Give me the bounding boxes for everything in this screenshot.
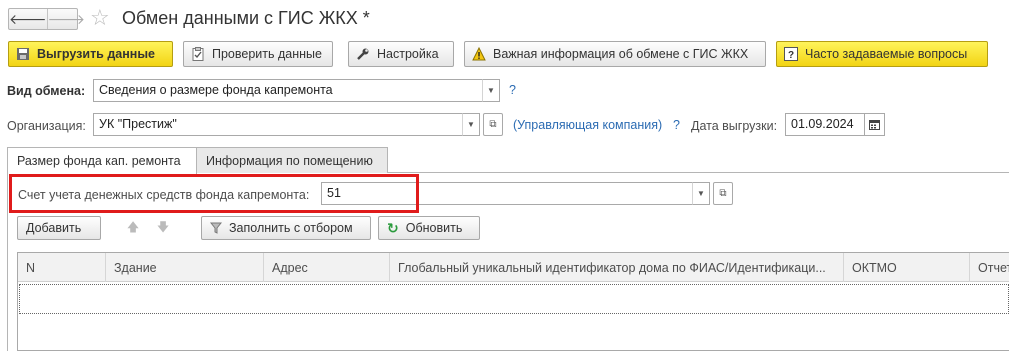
settings-button[interactable]: Настройка — [348, 41, 454, 67]
column-header-building[interactable]: Здание — [106, 253, 264, 282]
important-info-button[interactable]: Важная информация об обмене с ГИС ЖКХ — [464, 41, 766, 67]
column-header-address[interactable]: Адрес — [264, 253, 390, 282]
export-data-button[interactable]: Выгрузить данные — [8, 41, 173, 67]
exchange-type-select[interactable]: Сведения о размере фонда капремонта — [93, 79, 483, 102]
faq-label: Часто задаваемые вопросы — [805, 47, 968, 61]
fill-with-filter-button[interactable]: Заполнить с отбором — [201, 216, 371, 240]
tab-capital-repair-fund[interactable]: Размер фонда кап. ремонта — [7, 147, 197, 174]
exchange-type-label: Вид обмена: — [7, 84, 86, 98]
tab-premises-info[interactable]: Информация по помещению — [196, 147, 388, 173]
organization-label: Организация: — [7, 119, 86, 133]
important-info-label: Важная информация об обмене с ГИС ЖКХ — [493, 47, 749, 61]
svg-text:?: ? — [788, 50, 794, 61]
refresh-button[interactable]: ↻ Обновить — [378, 216, 480, 240]
chevron-down-icon[interactable]: ▼ — [692, 182, 710, 205]
check-data-label: Проверить данные — [212, 47, 322, 61]
calendar-icon[interactable] — [864, 113, 885, 136]
arrow-right-icon[interactable]: 🡒 — [46, 9, 85, 29]
question-icon: ? — [783, 46, 799, 62]
organization-help[interactable]: ? — [673, 118, 680, 132]
data-table: N Здание Адрес Глобальный уникальный иде… — [17, 252, 1009, 351]
exchange-type-help[interactable]: ? — [509, 83, 516, 97]
fill-with-filter-label: Заполнить с отбором — [229, 221, 353, 235]
move-buttons: 🡅 🡇 — [118, 216, 178, 240]
wrench-icon — [355, 46, 371, 62]
column-header-report[interactable]: Отчет — [970, 253, 1009, 282]
open-icon[interactable]: ⧉ — [483, 113, 503, 136]
star-icon[interactable]: ☆ — [90, 5, 110, 31]
export-date-label: Дата выгрузки: — [691, 119, 778, 133]
refresh-icon: ↻ — [387, 219, 399, 236]
org-role-link[interactable]: (Управляющая компания) — [513, 118, 662, 132]
export-data-label: Выгрузить данные — [37, 47, 155, 61]
arrow-left-icon[interactable]: 🡐 — [9, 9, 47, 29]
chevron-down-icon[interactable]: ▼ — [482, 79, 500, 102]
export-date-field[interactable]: 01.09.2024 — [785, 113, 865, 136]
warning-icon — [471, 46, 487, 62]
clipboard-check-icon — [190, 46, 206, 62]
refresh-label: Обновить — [405, 221, 463, 235]
faq-button[interactable]: ? Часто задаваемые вопросы — [776, 41, 988, 67]
table-row[interactable] — [19, 284, 1009, 314]
history-nav: 🡐 🡒 — [8, 8, 85, 30]
open-icon[interactable]: ⧉ — [713, 182, 733, 205]
filter-icon — [210, 222, 222, 234]
column-header-n[interactable]: N — [18, 253, 106, 282]
column-header-oktmo[interactable]: ОКТМО — [844, 253, 970, 282]
organization-field[interactable]: УК "Престиж" — [93, 113, 463, 136]
table-header: N Здание Адрес Глобальный уникальный иде… — [18, 253, 1009, 282]
highlight-frame — [9, 174, 419, 213]
page-title: Обмен данными с ГИС ЖКХ * — [122, 8, 370, 28]
add-button[interactable]: Добавить — [17, 216, 101, 240]
settings-label: Настройка — [377, 47, 439, 61]
chevron-down-icon[interactable]: ▼ — [462, 113, 480, 136]
column-header-fias-guid[interactable]: Глобальный уникальный идентификатор дома… — [390, 253, 844, 282]
check-data-button[interactable]: Проверить данные — [183, 41, 333, 67]
export-icon — [15, 46, 31, 62]
arrow-up-icon[interactable]: 🡅 — [118, 216, 148, 240]
arrow-down-icon[interactable]: 🡇 — [148, 216, 178, 240]
